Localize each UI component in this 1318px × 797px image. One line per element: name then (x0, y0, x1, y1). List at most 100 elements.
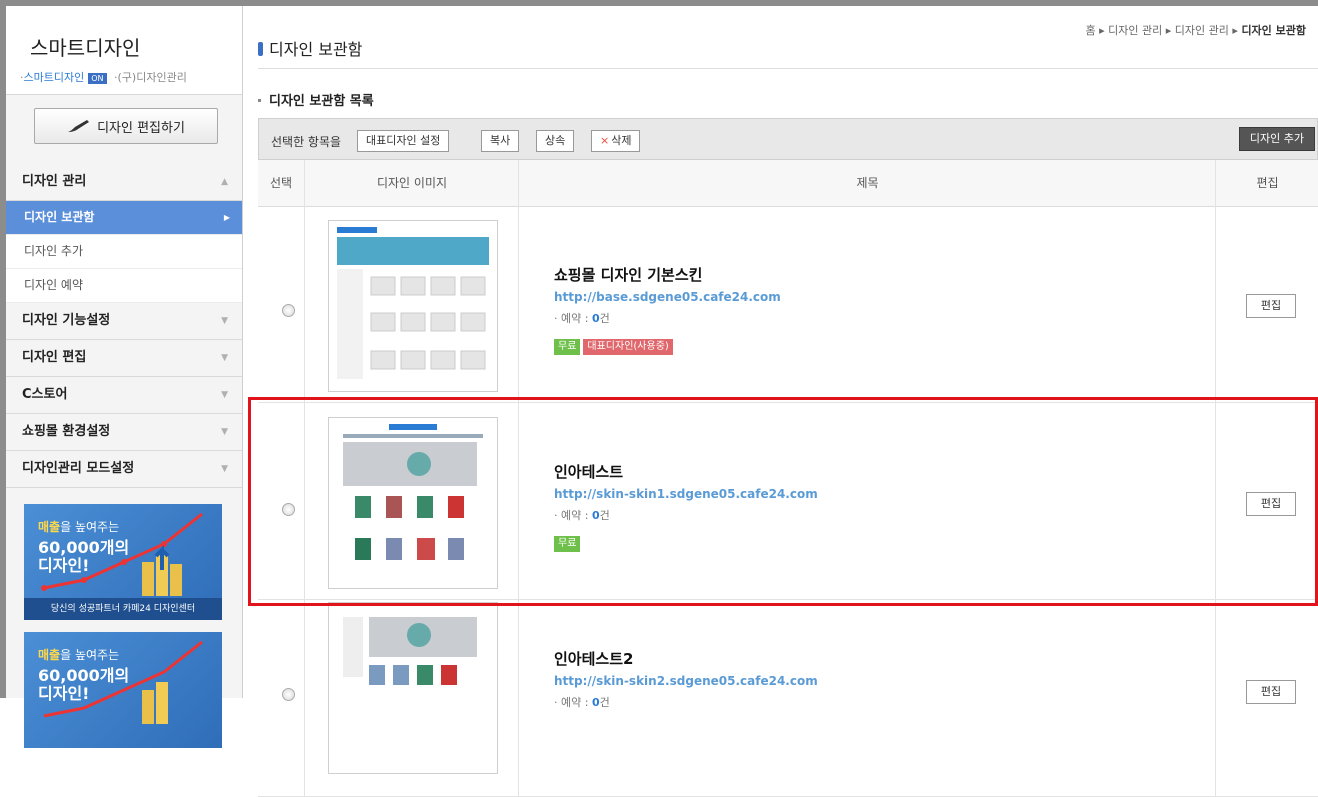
triangle-down-icon: ▼ (221, 464, 228, 474)
promo-banner[interactable]: 매출을 높여주는 60,000개의 디자인! 당신의 성공파트너 카페24 디자… (24, 504, 222, 620)
design-edit-button[interactable]: 디자인 편집하기 (34, 108, 218, 144)
banner-line1: 매출을 높여주는 (38, 648, 120, 662)
table-row: 인아테스트2 http://skin-skin2.sdgene05.cafe24… (258, 600, 1318, 797)
bullet-icon (258, 99, 261, 102)
menu-design-mode[interactable]: 디자인관리 모드설정 ▼ (6, 451, 242, 488)
design-thumbnail[interactable] (328, 417, 498, 589)
header-title: 제목 (518, 160, 1216, 206)
menu-design-function[interactable]: 디자인 기능설정 ▼ (6, 303, 242, 340)
menu-label: 디자인 관리 (22, 174, 87, 189)
sidebar-brand: 스마트디자인 ·스마트디자인 ON ·(구)디자인관리 (6, 6, 242, 95)
breadcrumb-separator: ▸ (1099, 24, 1105, 37)
menu-design-edit[interactable]: 디자인 편집 ▼ (6, 340, 242, 377)
add-design-button[interactable]: 디자인 추가 (1238, 127, 1315, 151)
header-select: 선택 (269, 176, 293, 190)
mode-old-design-link[interactable]: (구)디자인관리 (118, 71, 187, 84)
reservation-info: · 예약 : 0건 (554, 312, 610, 325)
sidebar: 스마트디자인 ·스마트디자인 ON ·(구)디자인관리 디자인 편집하기 디자인 … (6, 6, 243, 748)
column-divider (518, 403, 519, 599)
submenu-design-storage[interactable]: 디자인 보관함 ▶ (6, 201, 242, 235)
design-edit-label: 디자인 편집하기 (97, 120, 185, 136)
breadcrumb-current: 디자인 보관함 (1241, 24, 1306, 37)
design-url-link[interactable]: http://skin-skin1.sdgene05.cafe24.com (554, 487, 818, 501)
delete-button[interactable]: × 삭제 (591, 130, 641, 152)
menu-label: 쇼핑몰 환경설정 (22, 424, 111, 439)
triangle-right-icon: ▶ (223, 213, 230, 222)
page-title: 디자인 보관함 (258, 36, 362, 60)
copy-button[interactable]: 복사 (481, 130, 520, 152)
thumbnail-preview-graphic (343, 424, 483, 560)
title-marker-icon (258, 42, 263, 56)
reservation-info: · 예약 : 0건 (554, 509, 610, 522)
menu-mall-settings[interactable]: 쇼핑몰 환경설정 ▼ (6, 414, 242, 451)
set-main-design-button[interactable]: 대표디자인 설정 (357, 130, 450, 152)
design-thumbnail[interactable] (328, 220, 498, 392)
design-name[interactable]: 인아테스트2 (554, 648, 818, 669)
menu-design-manage[interactable]: 디자인 관리 ▲ (6, 164, 242, 201)
x-icon: × (600, 134, 610, 147)
banner-footer: 당신의 성공파트너 카페24 디자인센터 (24, 598, 222, 620)
menu-label: 디자인 기능설정 (22, 313, 111, 328)
design-name[interactable]: 쇼핑몰 디자인 기본스킨 (554, 264, 781, 285)
design-info: 인아테스트2 http://skin-skin2.sdgene05.cafe24… (554, 648, 818, 710)
submenu-design-reserve[interactable]: 디자인 예약 (6, 269, 242, 303)
main-design-badge: 대표디자인(사용중) (583, 339, 673, 355)
table-row: 인아테스트 http://skin-skin1.sdgene05.cafe24.… (258, 403, 1318, 600)
column-divider (1215, 206, 1216, 402)
column-divider (518, 206, 519, 402)
menu-label: 디자인관리 모드설정 (22, 461, 135, 476)
section-title: 디자인 보관함 목록 (258, 90, 374, 109)
tag-list: 무료 대표디자인(사용중) (554, 338, 781, 355)
main-content: 홈 ▸ 디자인 관리 ▸ 디자인 관리 ▸ 디자인 보관함 디자인 보관함 디자… (244, 6, 1318, 797)
edit-button[interactable]: 편집 (1246, 492, 1296, 516)
row-select-radio[interactable] (282, 503, 295, 516)
triangle-down-icon: ▼ (221, 390, 228, 400)
menu-c-store[interactable]: C스토어 ▼ (6, 377, 242, 414)
free-badge: 무료 (554, 536, 581, 552)
breadcrumb-level1[interactable]: 디자인 관리 (1108, 24, 1162, 37)
edit-button[interactable]: 편집 (1246, 294, 1296, 318)
column-divider (304, 403, 305, 599)
banner-line3: 디자인! (38, 556, 90, 575)
triangle-down-icon: ▼ (221, 353, 228, 363)
mode-switch: ·스마트디자인 ON ·(구)디자인관리 (20, 71, 187, 84)
menu-label: C스토어 (22, 387, 68, 402)
design-url-link[interactable]: http://skin-skin2.sdgene05.cafe24.com (554, 674, 818, 688)
sidebar-menu: 디자인 관리 ▲ 디자인 보관함 ▶ 디자인 추가 디자인 예약 디자인 기능설… (6, 164, 242, 488)
row-select-radio[interactable] (282, 688, 295, 701)
banner-line1: 매출을 높여주는 (38, 520, 120, 534)
submenu-label: 디자인 보관함 (24, 210, 95, 224)
design-thumbnail[interactable] (328, 602, 498, 774)
inherit-button[interactable]: 상속 (536, 130, 575, 152)
breadcrumb-level2[interactable]: 디자인 관리 (1175, 24, 1229, 37)
thumbnail-preview-graphic (343, 617, 477, 685)
menu-label: 디자인 편집 (22, 350, 87, 365)
design-info: 쇼핑몰 디자인 기본스킨 http://base.sdgene05.cafe24… (554, 264, 781, 355)
reservation-info: · 예약 : 0건 (554, 696, 610, 709)
triangle-down-icon: ▼ (221, 316, 228, 326)
mode-smart-design-link[interactable]: 스마트디자인 (24, 71, 85, 84)
design-name[interactable]: 인아테스트 (554, 461, 818, 482)
on-badge: ON (88, 72, 107, 84)
submenu-design-add[interactable]: 디자인 추가 (6, 235, 242, 269)
thumbnail-preview-graphic (337, 227, 489, 379)
list-toolbar: 선택한 항목을 대표디자인 설정 복사 상속 × 삭제 디자인 추가 (258, 118, 1318, 160)
column-divider (1215, 600, 1216, 796)
design-url-link[interactable]: http://base.sdgene05.cafe24.com (554, 290, 781, 304)
banner-line3: 디자인! (38, 684, 90, 703)
header-edit: 편집 (1215, 160, 1318, 206)
row-select-radio[interactable] (282, 304, 295, 317)
promo-banner[interactable]: 매출을 높여주는 60,000개의 디자인! (24, 632, 222, 748)
header-image: 디자인 이미지 (304, 160, 519, 206)
edit-button[interactable]: 편집 (1246, 680, 1296, 704)
breadcrumb-home[interactable]: 홈 (1086, 24, 1096, 37)
table-row: 쇼핑몰 디자인 기본스킨 http://base.sdgene05.cafe24… (258, 206, 1318, 403)
column-divider (1215, 403, 1216, 599)
breadcrumb-separator: ▸ (1232, 24, 1238, 37)
sidebar-title: 스마트디자인 (30, 36, 141, 60)
breadcrumb-separator: ▸ (1165, 24, 1172, 37)
paint-brush-icon (68, 120, 90, 132)
triangle-down-icon: ▼ (221, 427, 228, 437)
toolbar-label: 선택한 항목을 (271, 135, 342, 149)
divider (258, 68, 1318, 69)
